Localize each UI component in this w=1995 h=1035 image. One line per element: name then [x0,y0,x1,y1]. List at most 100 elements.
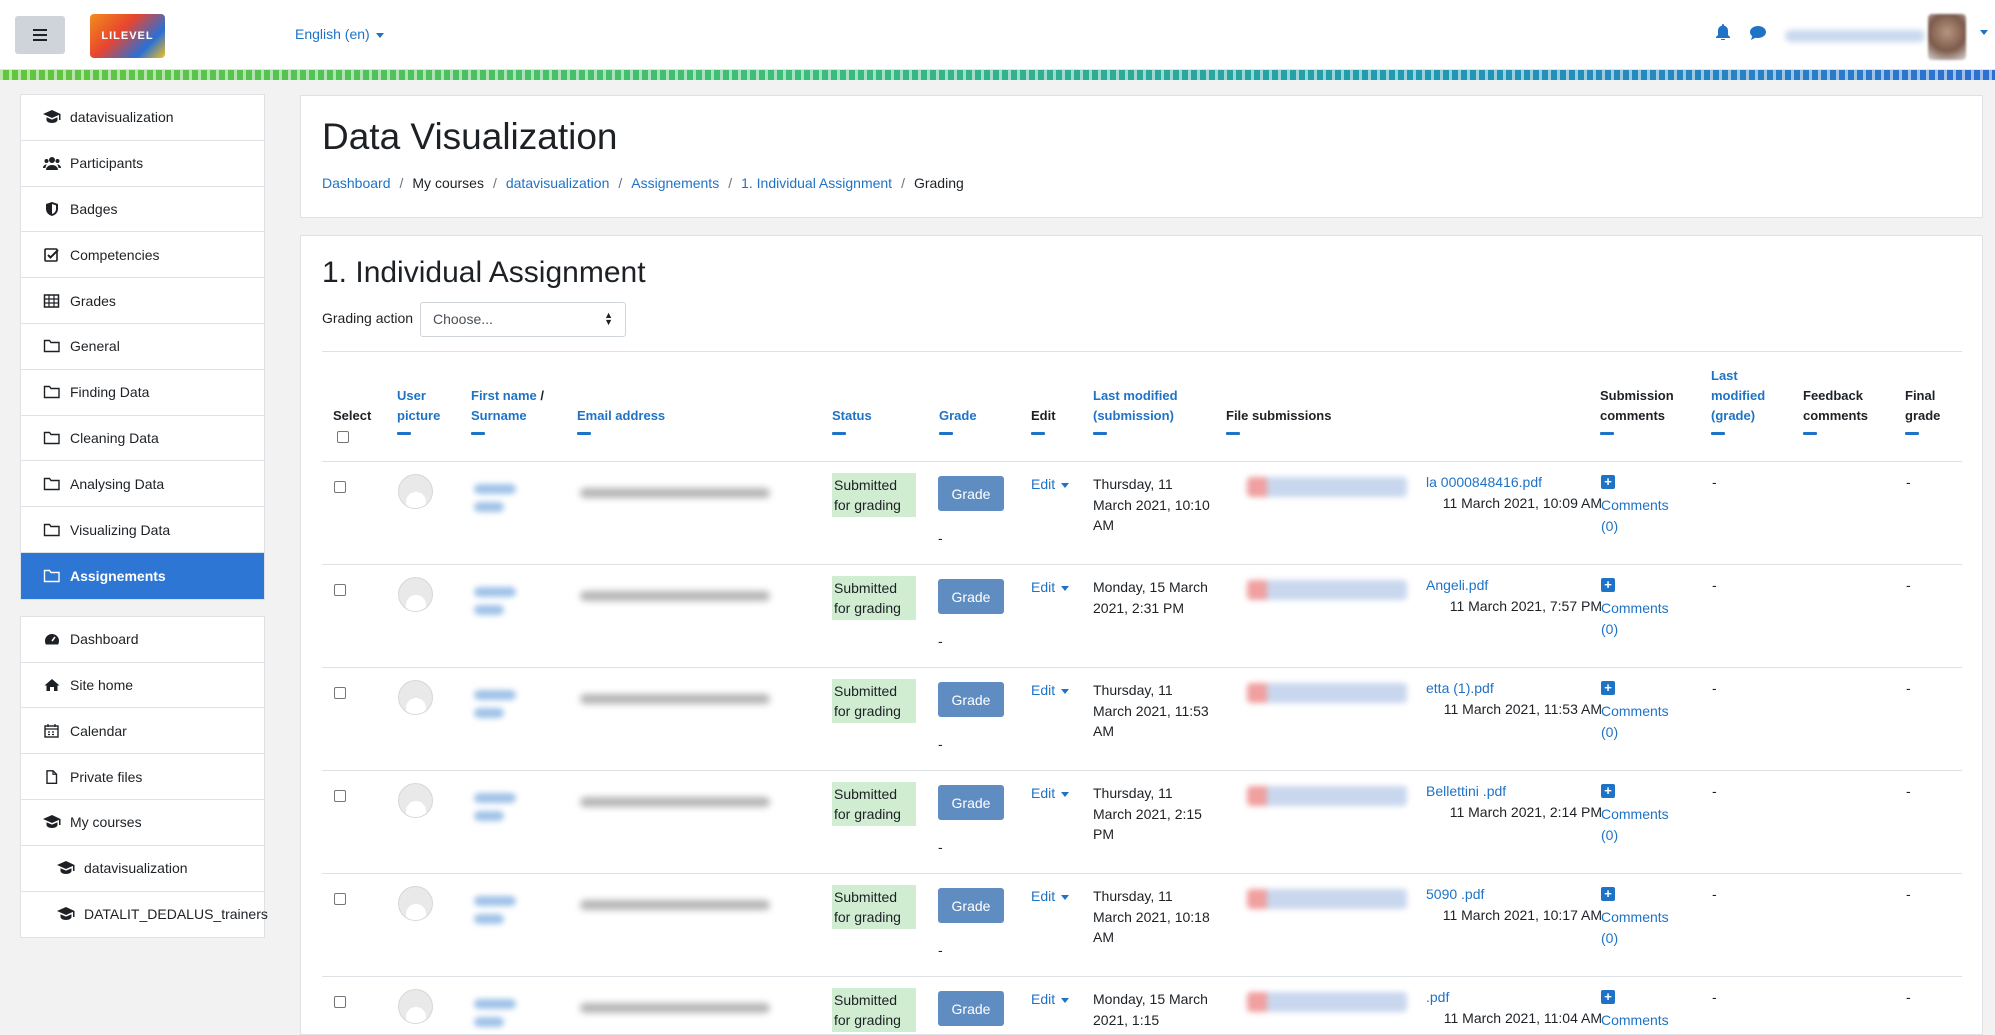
sidebar-item-visualizing-data[interactable]: Visualizing Data [21,507,264,553]
language-menu[interactable]: English (en) [295,26,384,42]
comments-link[interactable]: Comments (0) [1601,598,1681,639]
sidebar-item-assignements[interactable]: Assignements [21,552,264,599]
sidebar-item-finding-data[interactable]: Finding Data [21,370,264,416]
sidebar-item-participants[interactable]: Participants [21,141,264,187]
breadcrumb-dashboard[interactable]: Dashboard [322,175,391,191]
plus-square-icon[interactable]: + [1601,578,1615,592]
header-grade[interactable]: Grade [939,406,977,435]
user-menu-chevron-icon[interactable] [1980,30,1988,35]
grade-button[interactable]: Grade [938,888,1004,923]
file-link[interactable]: Angeli.pdf [1426,577,1488,593]
edit-menu[interactable]: Edit [1031,682,1070,698]
header-last-modified-submission[interactable]: Last modified (submission) [1093,386,1193,435]
sidebar-item-badges[interactable]: Badges [21,187,264,233]
row-checkbox[interactable] [334,584,346,596]
edit-menu[interactable]: Edit [1031,579,1070,595]
grading-action-select[interactable]: Choose... ▲ ▼ [420,302,626,337]
header-user-picture[interactable]: User picture [397,386,447,435]
sidebar-item-calendar[interactable]: Calendar [21,708,264,755]
sidebar-item-course-trainers[interactable]: DATALIT_DEDALUS_trainers [21,892,268,938]
breadcrumb-assignment[interactable]: 1. Individual Assignment [741,175,892,191]
plus-square-icon[interactable]: + [1601,887,1615,901]
collapse-icon[interactable] [471,432,485,435]
file-link[interactable]: .pdf [1426,989,1449,1005]
sidebar-item-my-courses[interactable]: My courses [21,800,264,846]
file-link-redacted[interactable] [1247,992,1407,1012]
collapse-icon[interactable] [1803,432,1817,435]
file-link[interactable]: la 0000848416.pdf [1426,474,1542,490]
grade-button[interactable]: Grade [938,991,1004,1026]
breadcrumb-assignements[interactable]: Assignements [631,175,719,191]
user-picture-icon[interactable] [398,989,433,1024]
site-logo[interactable]: LILEVEL [90,14,165,58]
edit-menu[interactable]: Edit [1031,476,1070,492]
menu-toggle-button[interactable] [15,16,65,54]
plus-square-icon[interactable]: + [1601,475,1615,489]
user-picture-icon[interactable] [398,680,433,715]
user-name-link[interactable] [474,999,524,1034]
sidebar-item-private-files[interactable]: Private files [21,754,264,800]
plus-square-icon[interactable]: + [1601,784,1615,798]
bell-icon[interactable] [1716,24,1730,40]
header-email[interactable]: Email address [577,406,665,435]
file-link[interactable]: etta (1).pdf [1426,680,1494,696]
comments-link[interactable]: Comments (0) [1601,701,1681,742]
collapse-icon[interactable] [1905,432,1919,435]
edit-menu[interactable]: Edit [1031,785,1070,801]
user-name[interactable] [1785,30,1925,42]
file-link-redacted[interactable] [1247,786,1407,806]
user-name-link[interactable] [474,484,524,520]
plus-square-icon[interactable]: + [1601,681,1615,695]
comments-link[interactable]: Comments (0) [1601,804,1681,845]
collapse-icon[interactable] [1226,432,1240,435]
grade-button[interactable]: Grade [938,682,1004,717]
sidebar-item-grades[interactable]: Grades [21,278,264,324]
avatar[interactable] [1928,14,1966,60]
sidebar-item-analysing-data[interactable]: Analysing Data [21,461,264,508]
user-name-link[interactable] [474,587,524,623]
file-link-redacted[interactable] [1247,477,1407,497]
collapse-icon[interactable] [577,432,591,435]
sidebar-item-competencies[interactable]: Competencies [21,232,264,279]
comments-link[interactable]: Comments (0) [1601,907,1681,948]
user-picture-icon[interactable] [398,474,433,509]
collapse-icon[interactable] [1031,432,1045,435]
header-last-modified-grade[interactable]: Last modified (grade) [1711,366,1776,435]
collapse-icon[interactable] [397,432,411,435]
collapse-icon[interactable] [939,432,953,435]
sidebar-item-dashboard[interactable]: Dashboard [21,617,264,663]
collapse-icon[interactable] [1600,432,1614,435]
file-link-redacted[interactable] [1247,580,1407,600]
row-checkbox[interactable] [334,790,346,802]
grade-button[interactable]: Grade [938,785,1004,820]
sidebar-item-cleaning-data[interactable]: Cleaning Data [21,416,264,462]
row-checkbox[interactable] [334,481,346,493]
sidebar-item-site-home[interactable]: Site home [21,663,264,709]
sidebar-item-general[interactable]: General [21,324,264,370]
row-checkbox[interactable] [334,893,346,905]
collapse-icon[interactable] [1093,432,1107,435]
row-checkbox[interactable] [334,996,346,1008]
grade-button[interactable]: Grade [938,476,1004,511]
file-link[interactable]: 5090 .pdf [1426,886,1484,902]
file-link[interactable]: Bellettini .pdf [1426,783,1506,799]
select-all-checkbox[interactable] [337,431,349,443]
row-checkbox[interactable] [334,687,346,699]
breadcrumb-course[interactable]: datavisualization [506,175,610,191]
user-name-link[interactable] [474,793,524,829]
comments-link[interactable]: Comments (0) [1601,495,1681,536]
collapse-icon[interactable] [1711,432,1725,435]
chat-icon[interactable] [1750,26,1766,40]
user-name-link[interactable] [474,896,524,932]
user-picture-icon[interactable] [398,886,433,921]
user-picture-icon[interactable] [398,783,433,818]
sidebar-item-course-datavisualization[interactable]: datavisualization [21,846,264,892]
edit-menu[interactable]: Edit [1031,991,1070,1007]
grade-button[interactable]: Grade [938,579,1004,614]
file-link-redacted[interactable] [1247,889,1407,909]
plus-square-icon[interactable]: + [1601,990,1615,1004]
user-name-link[interactable] [474,690,524,726]
edit-menu[interactable]: Edit [1031,888,1070,904]
collapse-icon[interactable] [832,432,846,435]
header-status[interactable]: Status [832,406,872,435]
